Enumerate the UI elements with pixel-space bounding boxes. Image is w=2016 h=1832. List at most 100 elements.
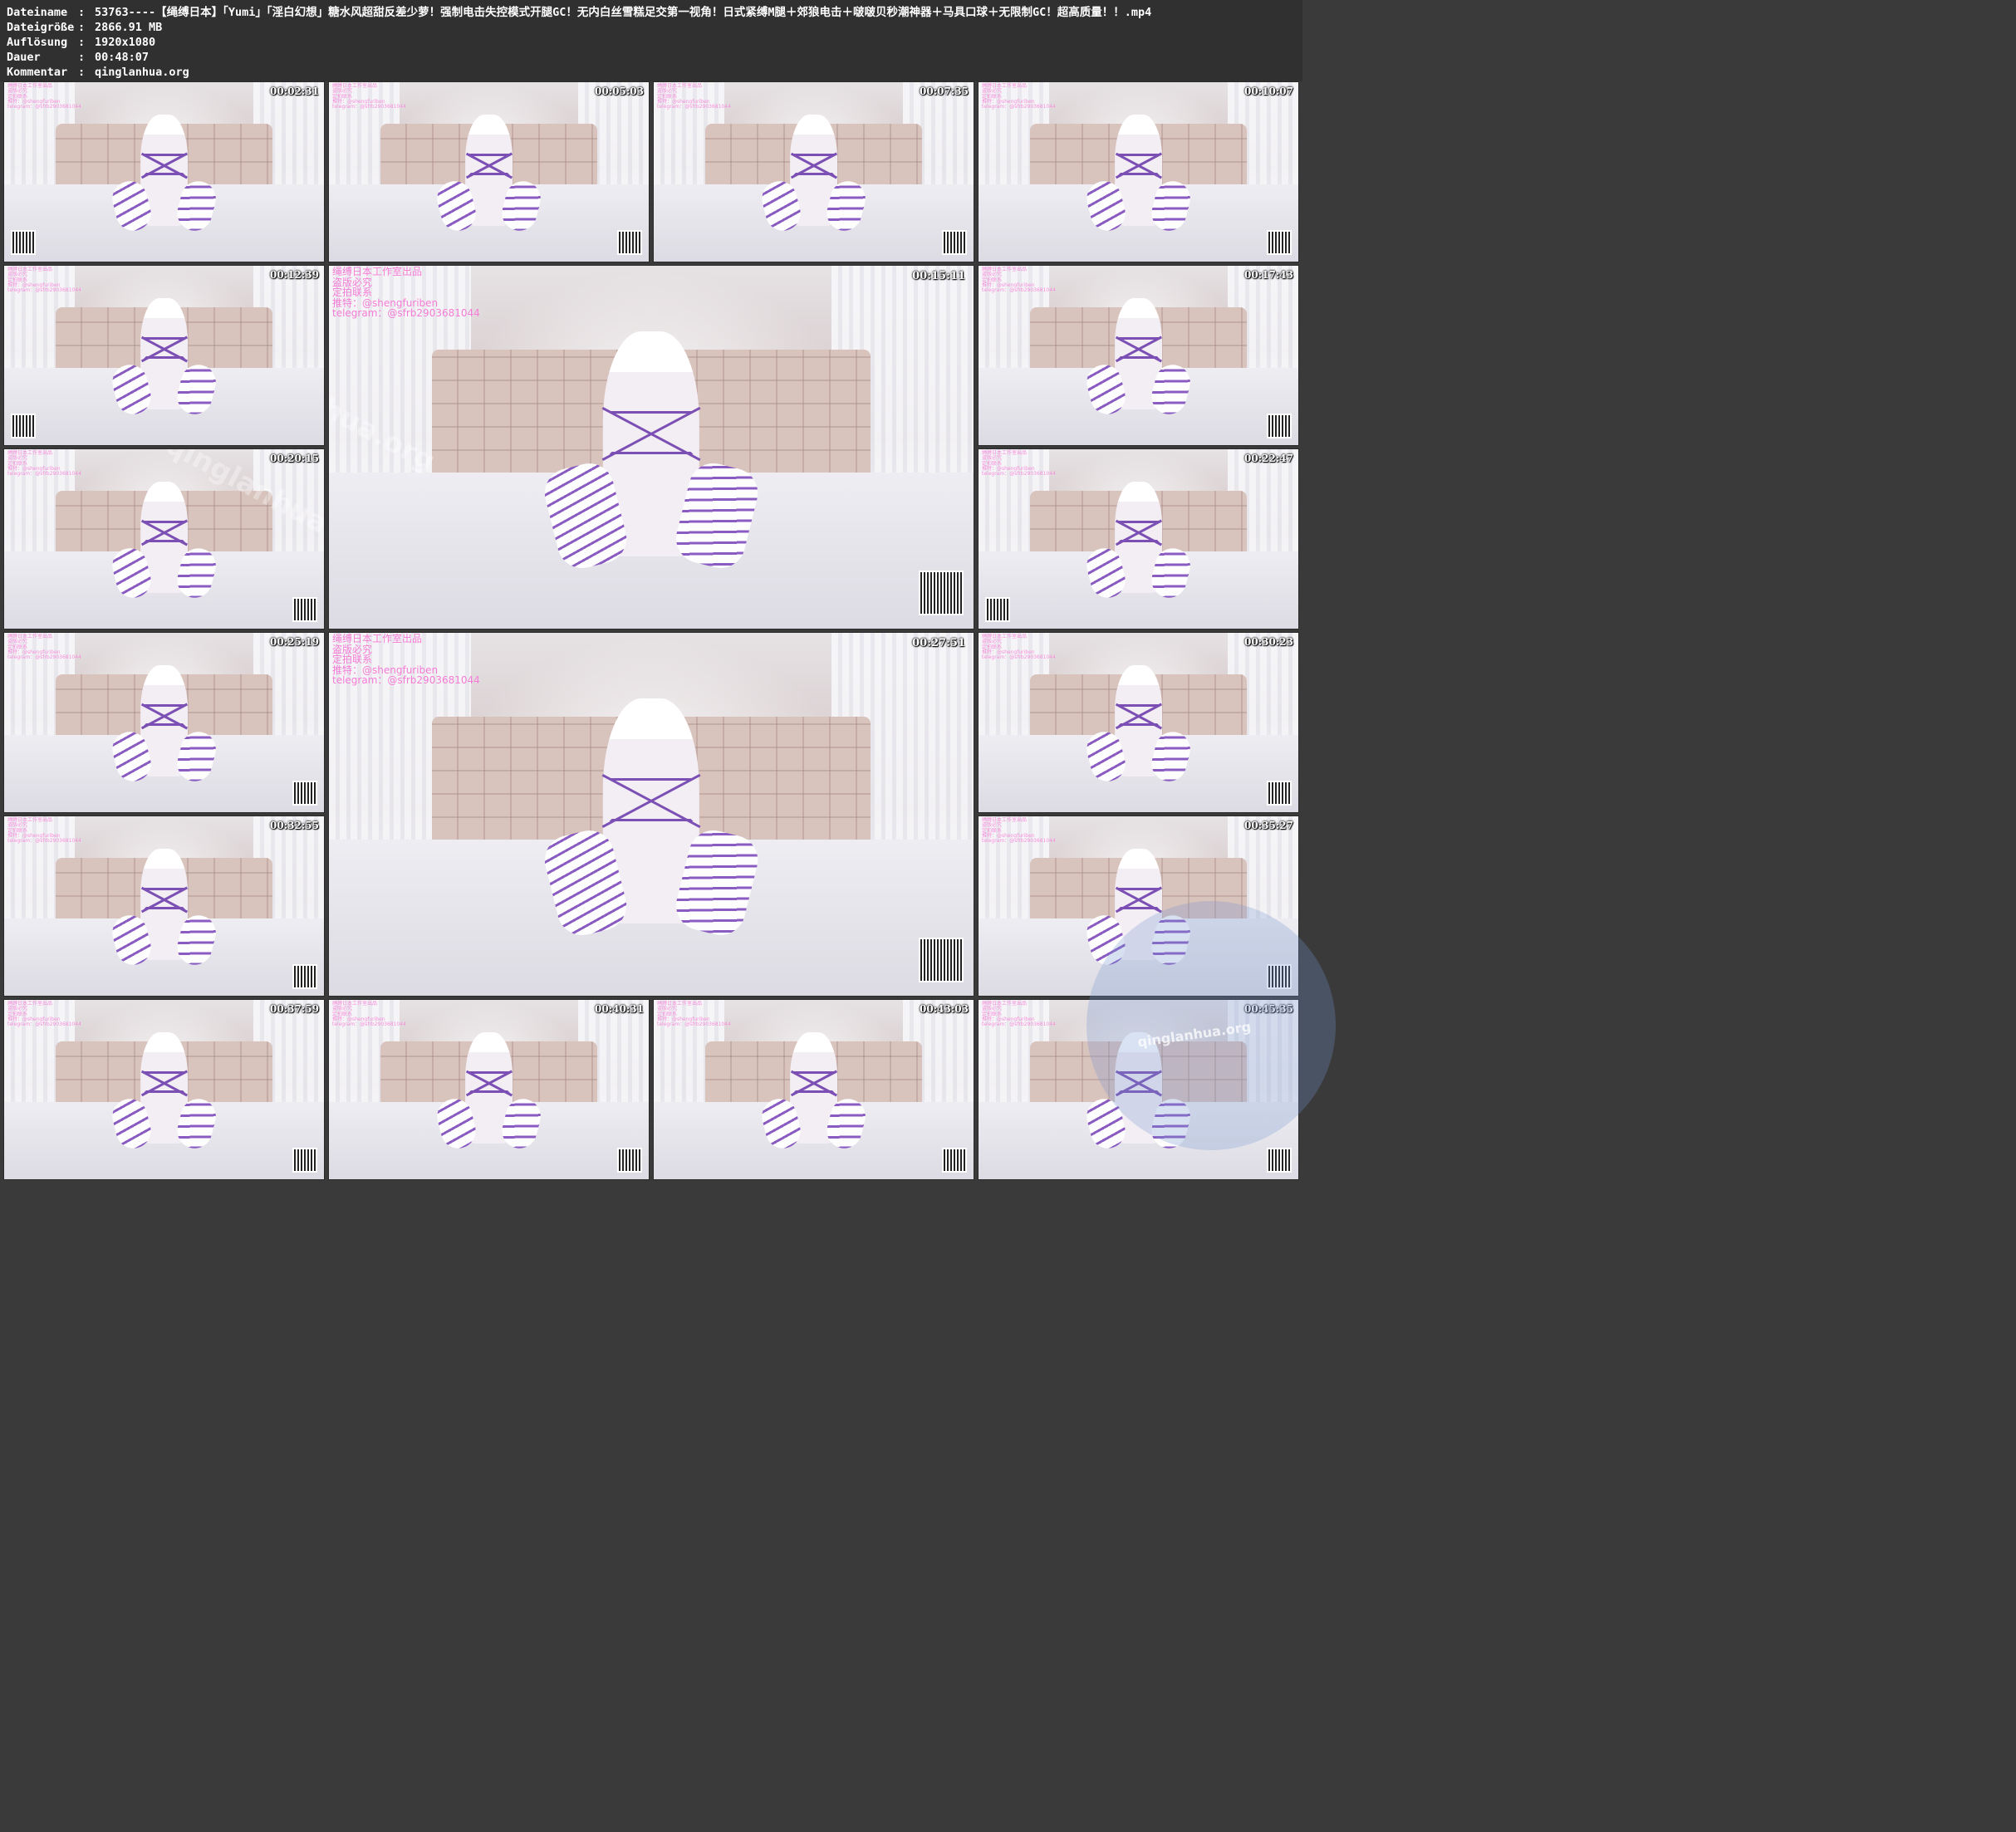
qr-code-icon bbox=[292, 1148, 317, 1173]
studio-watermark: 绳缚日本工作室出品 盗版必究 定拍联系 推特：@shengfuriben telegra… bbox=[7, 83, 81, 110]
timestamp: 00:43:03 bbox=[920, 1003, 969, 1015]
scene-rope bbox=[792, 154, 835, 176]
watermark-line: telegram：@sfrb2903681044 bbox=[7, 104, 81, 110]
qr-code-icon bbox=[1267, 414, 1292, 438]
metadata-header: Dateiname:53763----【绳缚日本】「Yumi」「淫白幻想」糖水风… bbox=[0, 0, 1302, 81]
qr-code-icon bbox=[919, 938, 964, 982]
timestamp: 00:30:23 bbox=[1244, 636, 1293, 648]
video-thumbnail: 绳缚日本工作室出品 盗版必究 定拍联系 推特：@shengfuriben telegra… bbox=[653, 999, 974, 1180]
video-thumbnail: 绳缚日本工作室出品 盗版必究 定拍联系 推特：@shengfuriben telegra… bbox=[978, 448, 1299, 629]
scene-rope bbox=[468, 1071, 510, 1094]
qr-code-icon bbox=[1267, 964, 1292, 989]
meta-key: Dauer bbox=[7, 51, 41, 64]
watermark-line: telegram：@sfrb2903681044 bbox=[7, 1021, 81, 1028]
qr-code-icon bbox=[942, 1148, 967, 1173]
meta-row-comment: Kommentar: qinglanhua.org bbox=[7, 65, 189, 80]
watermark-line: telegram：@sfrb2903681044 bbox=[982, 471, 1056, 478]
scene-legs bbox=[110, 1099, 218, 1149]
timestamp: 00:27:51 bbox=[912, 637, 965, 649]
scene-rope bbox=[1117, 154, 1160, 176]
watermark-line: 绳缚日本工作室出品 bbox=[332, 266, 423, 277]
scene-legs bbox=[759, 181, 868, 231]
meta-value: 2866.91 MB bbox=[95, 21, 163, 34]
scene-legs bbox=[1084, 732, 1193, 781]
watermark-line: telegram：@sfrb2903681044 bbox=[982, 838, 1056, 845]
timestamp: 00:22:47 bbox=[1244, 453, 1293, 464]
qr-code-icon bbox=[942, 230, 967, 255]
scene-legs bbox=[110, 181, 218, 231]
video-thumbnail: 绳缚日本工作室出品 盗版必究 定拍联系 推特：@shengfuriben telegra… bbox=[328, 81, 650, 262]
timestamp: 00:45:35 bbox=[1244, 1003, 1293, 1015]
qr-code-icon bbox=[1267, 230, 1292, 255]
timestamp: 00:07:35 bbox=[920, 86, 969, 97]
video-thumbnail: 绳缚日本工作室出品 盗版必究 定拍联系 推特：@shengfuriben telegra… bbox=[3, 81, 325, 262]
qr-code-icon bbox=[617, 230, 642, 255]
scene-legs bbox=[1084, 181, 1193, 231]
timestamp: 00:37:59 bbox=[270, 1003, 319, 1015]
video-thumbnail: 绳缚日本工作室出品 盗版必究 定拍联系 推特：@shengfuriben telegra… bbox=[653, 81, 974, 262]
timestamp: 00:15:11 bbox=[912, 270, 965, 282]
timestamp: 00:02:31 bbox=[270, 86, 319, 97]
meta-key: Kommentar bbox=[7, 66, 68, 79]
scene-legs bbox=[1084, 1099, 1193, 1149]
scene-rope bbox=[143, 521, 185, 543]
watermark-line: telegram：@sfrb2903681044 bbox=[982, 654, 1056, 661]
timestamp: 00:25:19 bbox=[270, 636, 319, 648]
watermark-line: telegram：@sfrb2903681044 bbox=[332, 104, 406, 110]
studio-watermark: 绳缚日本工作室出品 盗版必究 定拍联系 推特：@shengfuriben telegra… bbox=[982, 267, 1056, 293]
studio-watermark: 绳缚日本工作室出品 盗版必究 定拍联系 推特：@shengfuriben telegra… bbox=[7, 634, 81, 660]
video-thumbnail: 绳缚日本工作室出品 盗版必究 定拍联系 推特：@shengfuriben telegra… bbox=[978, 81, 1299, 262]
qr-code-icon bbox=[292, 964, 317, 989]
video-thumbnail: 绳缚日本工作室出品 盗版必究 定拍联系 推特：@shengfuriben telegra… bbox=[3, 999, 325, 1180]
scene-rope bbox=[1117, 521, 1160, 543]
meta-separator: : bbox=[78, 51, 86, 64]
video-thumbnail: 绳缚日本工作室出品 盗版必究 定拍联系 推特：@shengfuriben telegra… bbox=[328, 632, 974, 997]
timestamp: 00:35:27 bbox=[1244, 820, 1293, 831]
studio-watermark: 绳缚日本工作室出品 盗版必究 定拍联系 推特：@shengfuriben telegra… bbox=[982, 1001, 1056, 1027]
qr-code-icon bbox=[1267, 781, 1292, 806]
studio-watermark: 绳缚日本工作室出品 盗版必究 定拍联系 推特：@shengfuriben telegra… bbox=[332, 634, 480, 686]
video-thumbnail: 绳缚日本工作室出品 盗版必究 定拍联系 推特：@shengfuriben telegra… bbox=[3, 632, 325, 813]
studio-watermark: 绳缚日本工作室出品 盗版必究 定拍联系 推特：@shengfuriben telegra… bbox=[7, 267, 81, 293]
studio-watermark: 绳缚日本工作室出品 盗版必究 定拍联系 推特：@shengfuriben telegra… bbox=[982, 817, 1056, 845]
scene-legs bbox=[434, 181, 543, 231]
watermark-line: telegram：@sfrb2903681044 bbox=[332, 307, 480, 320]
scene-legs bbox=[1084, 915, 1193, 965]
meta-row-filesize: Dateigröße:2866.91 MB bbox=[7, 20, 162, 35]
scene-rope bbox=[143, 888, 185, 910]
watermark-line: telegram：@sfrb2903681044 bbox=[332, 1021, 406, 1028]
scene-legs bbox=[110, 915, 218, 965]
meta-value: 1920x1080 bbox=[95, 36, 156, 49]
meta-key: Dateiname bbox=[7, 6, 68, 19]
video-thumbnail: 绳缚日本工作室出品 盗版必究 定拍联系 推特：@shengfuriben telegra… bbox=[978, 265, 1299, 446]
qr-code-icon bbox=[1267, 1148, 1292, 1173]
timestamp: 00:10:07 bbox=[1244, 86, 1293, 97]
studio-watermark: 绳缚日本工作室出品 盗版必究 定拍联系 推特：@shengfuriben telegra… bbox=[332, 267, 480, 319]
video-thumbnail: 绳缚日本工作室出品 盗版必究 定拍联系 推特：@shengfuriben telegra… bbox=[3, 265, 325, 446]
watermark-line: telegram：@sfrb2903681044 bbox=[7, 838, 81, 845]
scene-rope bbox=[143, 1071, 185, 1094]
meta-separator: : bbox=[78, 21, 86, 34]
scene-rope bbox=[143, 704, 185, 727]
meta-row-duration: Dauer:00:48:07 bbox=[7, 50, 149, 65]
watermark-line: telegram：@sfrb2903681044 bbox=[657, 1021, 731, 1028]
scene-rope bbox=[1117, 888, 1160, 910]
studio-watermark: 绳缚日本工作室出品 盗版必究 定拍联系 推特：@shengfuriben telegra… bbox=[332, 83, 406, 110]
scene-legs bbox=[1084, 365, 1193, 414]
watermark-line: telegram：@sfrb2903681044 bbox=[7, 287, 81, 294]
scene-legs bbox=[110, 365, 218, 414]
watermark-line: telegram：@sfrb2903681044 bbox=[982, 104, 1056, 110]
video-thumbnail: 绳缚日本工作室出品 盗版必究 定拍联系 推特：@shengfuriben telegra… bbox=[978, 632, 1299, 813]
studio-watermark: 绳缚日本工作室出品 盗版必究 定拍联系 推特：@shengfuriben telegra… bbox=[7, 450, 81, 478]
watermark-line: telegram：@sfrb2903681044 bbox=[332, 674, 480, 687]
meta-value: 00:48:07 bbox=[95, 51, 150, 64]
timestamp: 00:12:39 bbox=[270, 269, 319, 281]
video-thumbnail: 绳缚日本工作室出品 盗版必究 定拍联系 推特：@shengfuriben telegra… bbox=[978, 999, 1299, 1180]
scene-legs bbox=[542, 832, 761, 933]
watermark-line: telegram：@sfrb2903681044 bbox=[7, 471, 81, 478]
studio-watermark: 绳缚日本工作室出品 盗版必究 定拍联系 推特：@shengfuriben telegra… bbox=[7, 1001, 81, 1028]
watermark-line: telegram：@sfrb2903681044 bbox=[657, 104, 731, 110]
meta-separator: : bbox=[78, 6, 86, 19]
video-thumbnail: 绳缚日本工作室出品 盗版必究 定拍联系 推特：@shengfuriben telegra… bbox=[328, 999, 650, 1180]
studio-watermark: 绳缚日本工作室出品 盗版必究 定拍联系 推特：@shengfuriben telegra… bbox=[7, 817, 81, 845]
